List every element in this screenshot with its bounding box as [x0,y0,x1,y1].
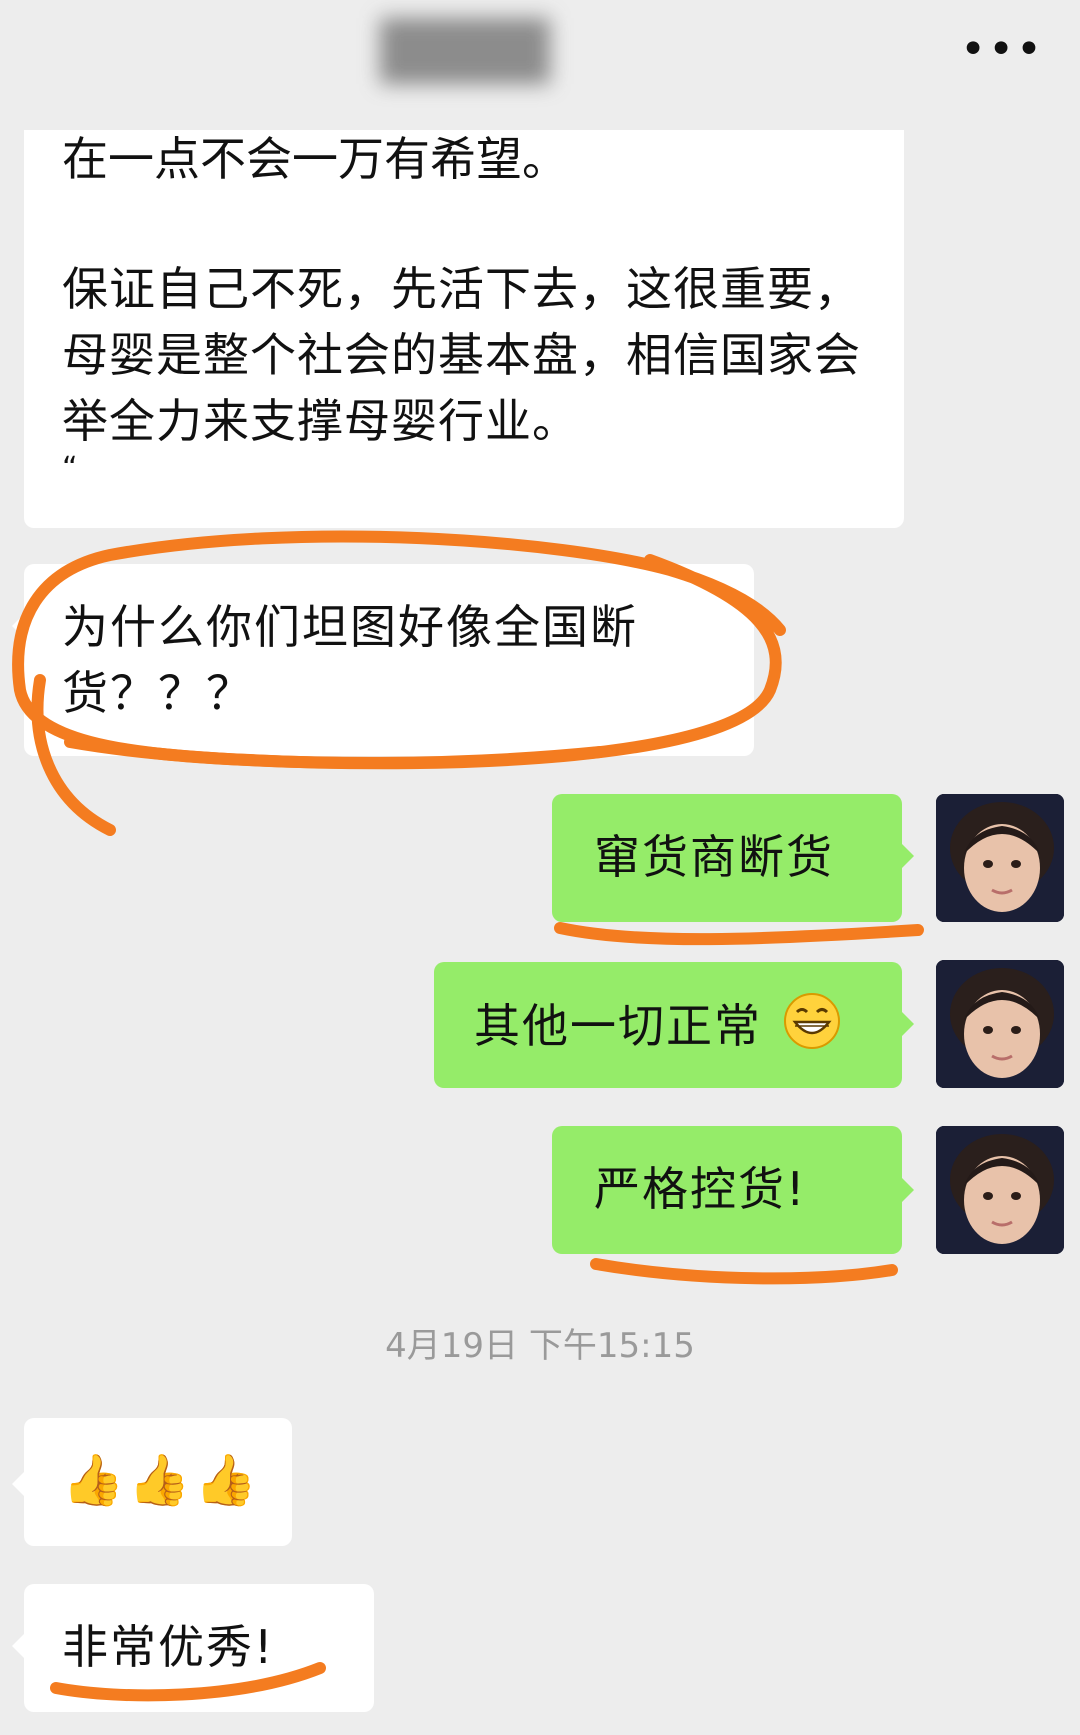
message-text: 其他一切正常 [474,999,762,1053]
message-incoming-praise[interactable]: 非常优秀! [24,1584,374,1712]
avatar[interactable] [936,960,1064,1088]
bubble-tail [902,1178,914,1202]
grinning-emoji-icon [783,992,841,1067]
message-text: 严格控货! [594,1162,807,1216]
message-outgoing-2[interactable]: 其他一切正常 [434,962,902,1088]
bubble-tail [12,614,24,638]
avatar[interactable] [936,1126,1064,1254]
message-text: 非常优秀! [62,1620,275,1674]
message-incoming-question[interactable]: 为什么你们坦图好像全国断货？？？ [24,564,754,756]
avatar[interactable] [936,794,1064,922]
message-timestamp: 4月19日 下午15:15 [385,1326,695,1366]
avatar-girl [936,794,1064,922]
message-cutoff-line: 在一点不会一万有希望。 [62,132,568,186]
message-text: 窜货商断货 [594,830,834,884]
bubble-tail [12,1472,24,1496]
blurred-contact-name [380,18,550,84]
bubble-tail [902,1012,914,1036]
avatar-girl [936,960,1064,1088]
message-outgoing-1[interactable]: 窜货商断货 [552,794,902,922]
message-outgoing-3[interactable]: 严格控货! [552,1126,902,1254]
message-text: 为什么你们坦图好像全国断货？？？ [62,600,638,720]
bubble-tail [902,844,914,868]
message-incoming-thumbs[interactable]: 👍👍👍 [24,1418,292,1546]
chat-area: 在一点不会一万有希望。 保证自己不死，先活下去，这很重要，母婴是整个社会的基本盘… [0,0,1080,1735]
chat-header: ••• [0,0,1080,130]
thumbs-up-icon: 👍👍👍 [62,1451,261,1509]
message-closing-quote: “ [62,451,78,486]
message-incoming-long[interactable]: 在一点不会一万有希望。 保证自己不死，先活下去，这很重要，母婴是整个社会的基本盘… [24,100,904,528]
bubble-tail [12,1634,24,1658]
more-icon[interactable]: ••• [960,24,1044,75]
avatar-girl [936,1126,1064,1254]
message-paragraph: 保证自己不死，先活下去，这很重要，母婴是整个社会的基本盘，相信国家会举全力来支撑… [62,262,861,448]
